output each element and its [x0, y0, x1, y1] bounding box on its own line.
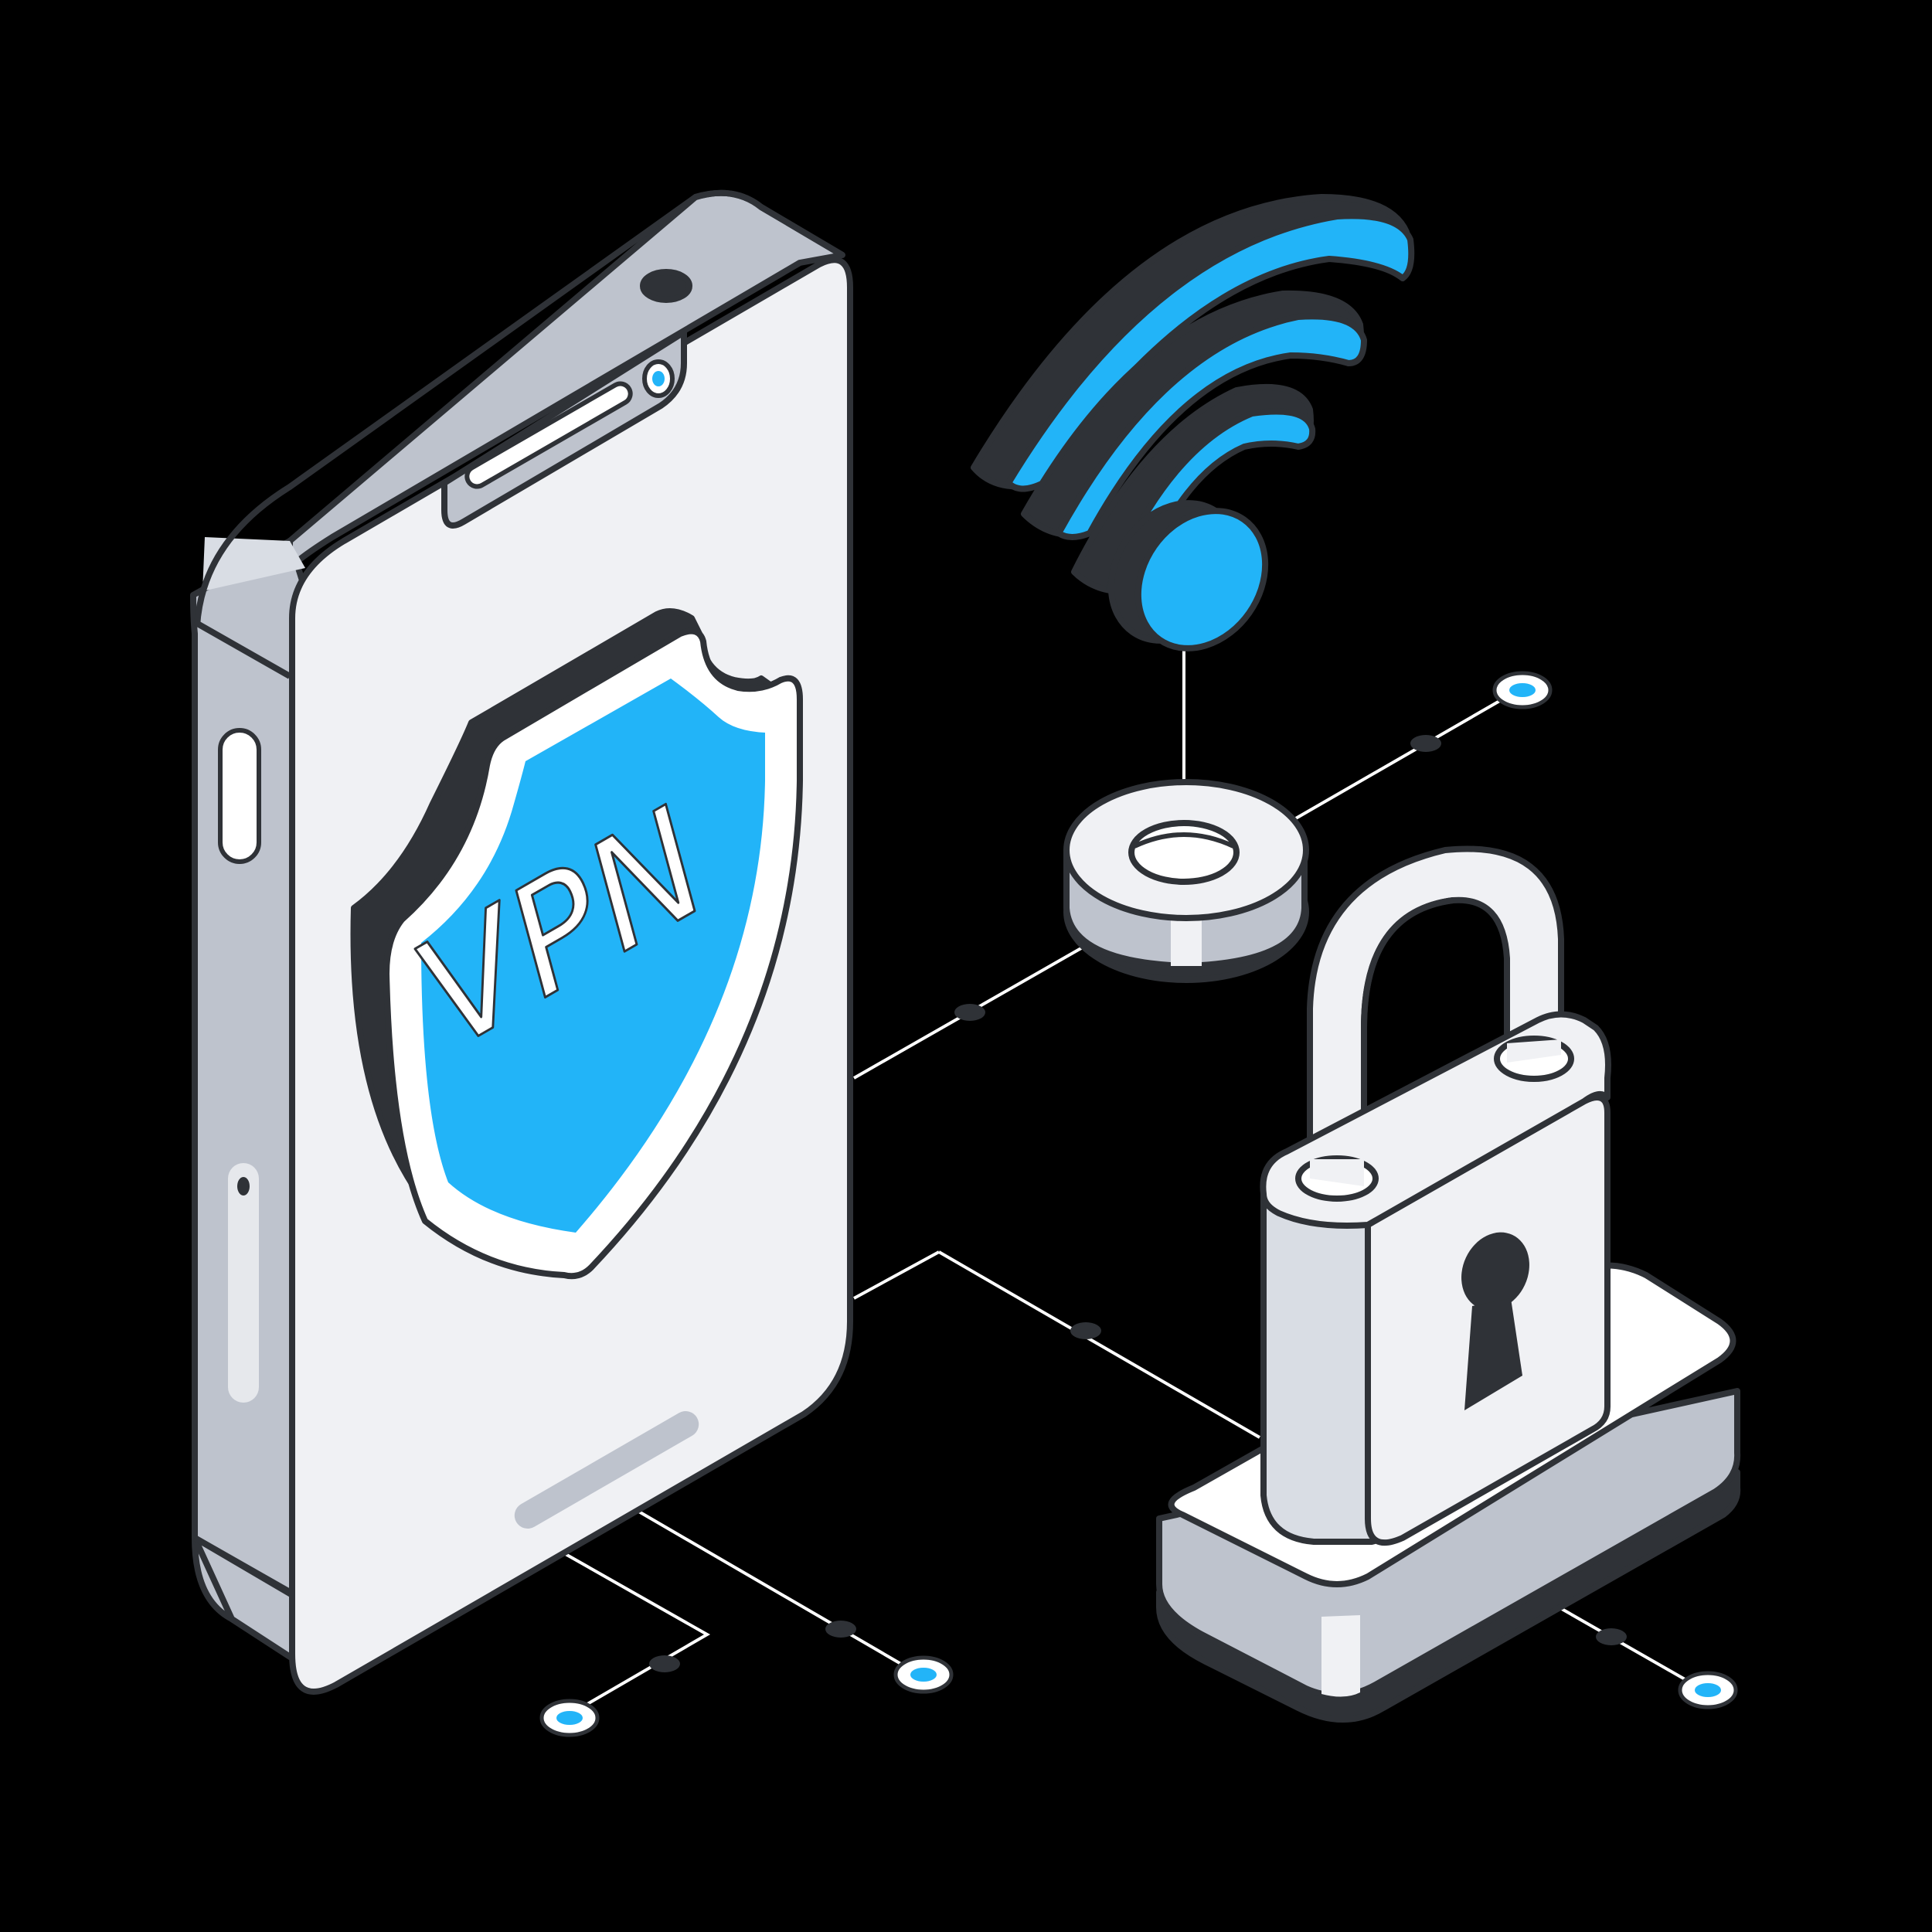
vpn-security-illustration: VPN: [190, 189, 1741, 1737]
wifi-icon: [971, 194, 1415, 651]
padlock-icon: [1260, 845, 1611, 1546]
signal-ring-node: [1063, 779, 1309, 983]
